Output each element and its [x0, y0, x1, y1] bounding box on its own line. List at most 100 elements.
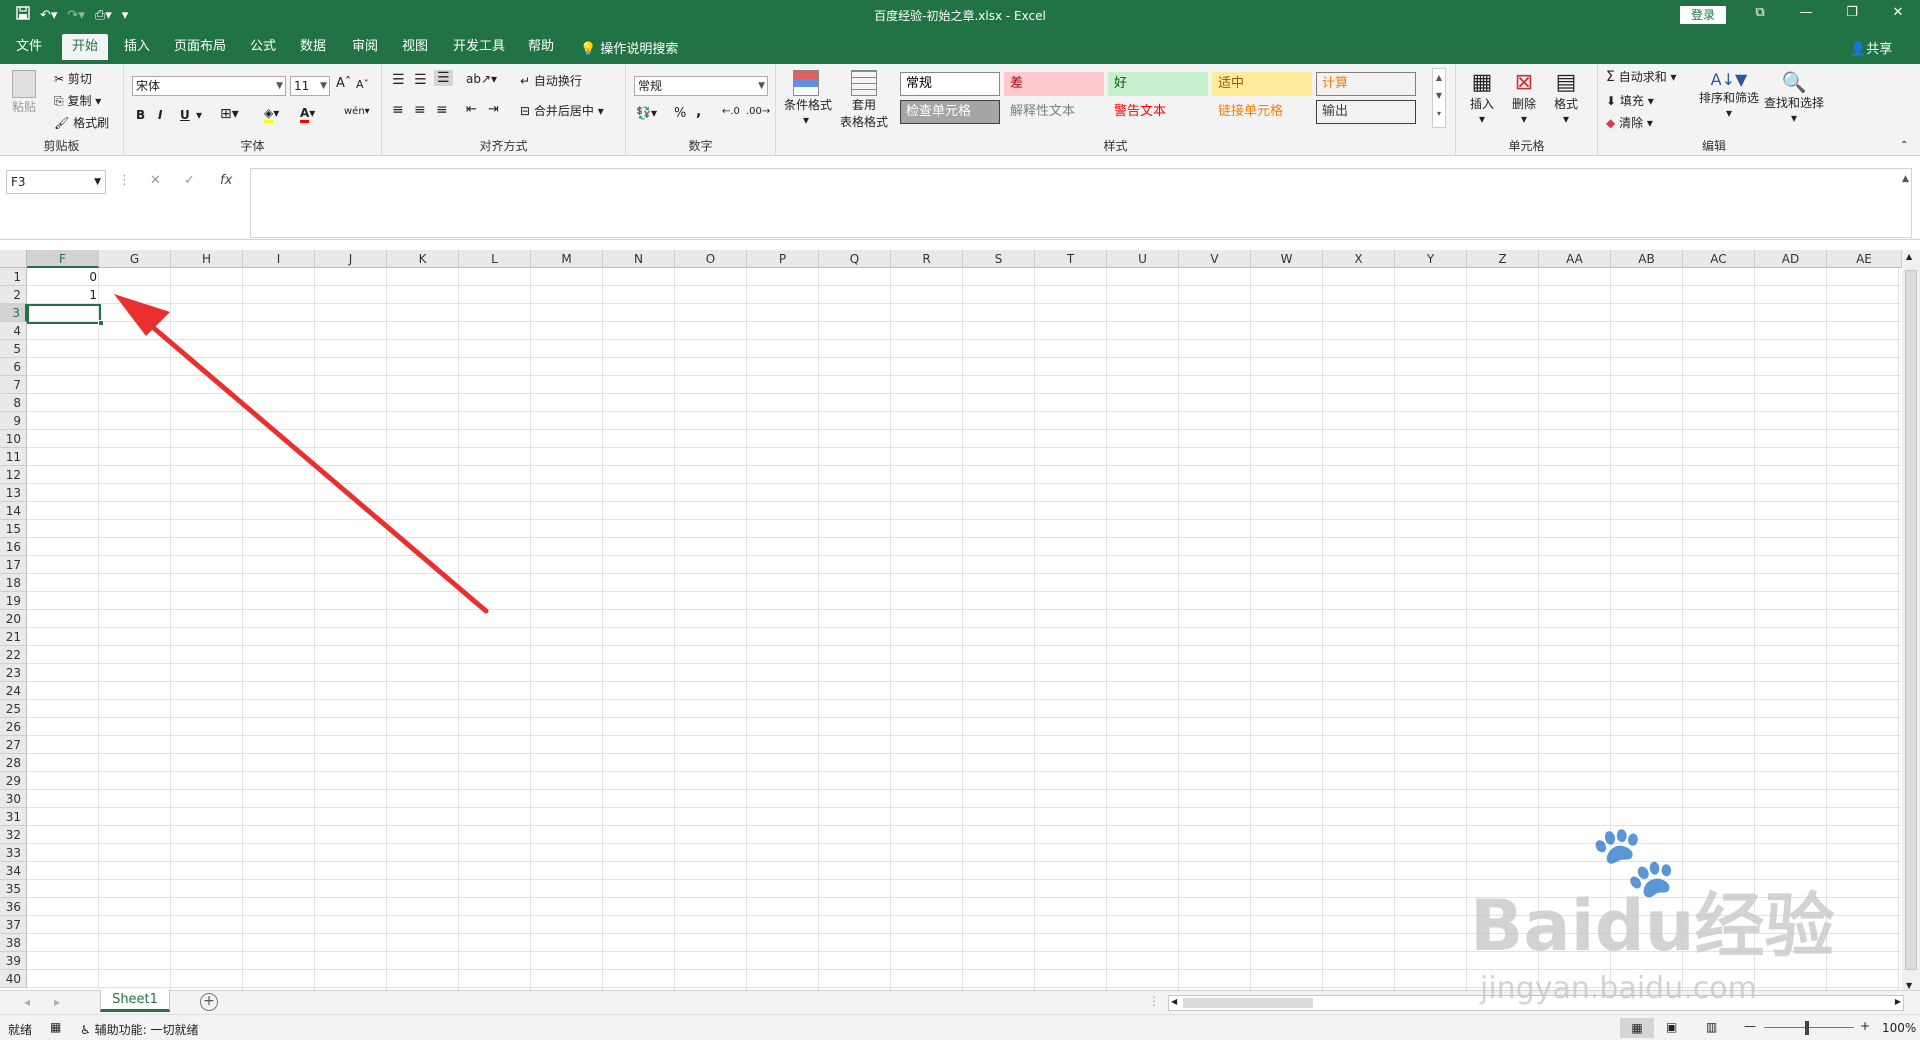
row-header-36[interactable]: 36 — [0, 898, 27, 916]
align-left-icon[interactable]: ≡ — [392, 102, 404, 118]
column-header-k[interactable]: K — [387, 250, 459, 268]
column-header-g[interactable]: G — [99, 250, 171, 268]
redo-icon[interactable]: ↷▾ — [67, 7, 84, 25]
row-header-19[interactable]: 19 — [0, 592, 27, 610]
column-header-u[interactable]: U — [1107, 250, 1179, 268]
cell-style-9[interactable]: 链接单元格 — [1212, 100, 1312, 124]
vertical-scroll-thumb[interactable] — [1905, 270, 1917, 970]
tab-help[interactable]: 帮助 — [518, 38, 564, 64]
zoom-slider-thumb[interactable] — [1805, 1021, 1809, 1035]
customize-qat-icon[interactable]: ▾ — [122, 7, 129, 25]
align-center-icon[interactable]: ≡ — [414, 102, 426, 118]
cell-style-1[interactable]: 常规 — [900, 72, 1000, 96]
row-header-14[interactable]: 14 — [0, 502, 27, 520]
column-header-i[interactable]: I — [243, 250, 315, 268]
font-size-select[interactable]: 11 ▼ — [290, 76, 330, 96]
row-header-1[interactable]: 1 — [0, 268, 27, 286]
sort-filter-button[interactable]: A↓▼ 排序和筛选 ▾ — [1698, 70, 1760, 120]
tab-page-layout[interactable]: 页面布局 — [164, 38, 236, 64]
borders-button[interactable]: ⊞▾ — [220, 106, 239, 122]
formula-input[interactable] — [250, 168, 1912, 238]
insert-function-icon[interactable]: fx — [220, 173, 232, 188]
vertical-scrollbar[interactable]: ▲ ▼ — [1902, 250, 1920, 992]
cell-style-8[interactable]: 警告文本 — [1108, 100, 1208, 124]
login-button[interactable]: 登录 — [1680, 6, 1726, 24]
sheet-tab-sheet1[interactable]: Sheet1 — [100, 990, 170, 1012]
column-header-ae[interactable]: AE — [1827, 250, 1902, 268]
comma-button[interactable]: , — [696, 104, 701, 120]
horizontal-scroll-thumb[interactable] — [1183, 998, 1313, 1008]
grow-font-button[interactable]: Aˆ — [336, 76, 351, 91]
row-header-13[interactable]: 13 — [0, 484, 27, 502]
ribbon-display-icon[interactable]: ⧉ — [1740, 5, 1780, 20]
tab-split-handle[interactable]: ⋮ — [1148, 994, 1160, 1008]
accessibility-status[interactable]: ♿ 辅助功能: 一切就绪 — [80, 1021, 198, 1038]
row-header-5[interactable]: 5 — [0, 340, 27, 358]
zoom-slider[interactable] — [1764, 1027, 1854, 1028]
row-header-8[interactable]: 8 — [0, 394, 27, 412]
font-color-button[interactable]: A▾ — [300, 106, 315, 123]
column-header-aa[interactable]: AA — [1539, 250, 1611, 268]
column-header-n[interactable]: N — [603, 250, 675, 268]
fill-button[interactable]: ⬇ 填充 ▾ — [1606, 92, 1654, 109]
row-header-24[interactable]: 24 — [0, 682, 27, 700]
underline-button[interactable]: U — [180, 108, 190, 122]
share-button[interactable]: 👤共享 — [1850, 38, 1892, 57]
align-right-icon[interactable]: ≡ — [436, 102, 448, 118]
row-header-20[interactable]: 20 — [0, 610, 27, 628]
column-header-ad[interactable]: AD — [1755, 250, 1827, 268]
column-header-f[interactable]: F — [27, 250, 99, 268]
close-button[interactable]: ✕ — [1878, 5, 1918, 20]
tab-home[interactable]: 开始 — [62, 34, 109, 60]
paste-button[interactable]: 粘贴 — [12, 70, 36, 115]
row-header-15[interactable]: 15 — [0, 520, 27, 538]
row-header-21[interactable]: 21 — [0, 628, 27, 646]
cut-button[interactable]: ✂ 剪切 — [54, 70, 92, 87]
row-header-10[interactable]: 10 — [0, 430, 27, 448]
row-header-12[interactable]: 12 — [0, 466, 27, 484]
formula-bar-options-icon[interactable]: ⋮ — [118, 173, 131, 188]
decrease-indent-icon[interactable]: ⇤ — [466, 102, 477, 117]
scroll-right-icon[interactable]: ▶ — [1895, 997, 1901, 1006]
column-header-ab[interactable]: AB — [1611, 250, 1683, 268]
row-header-17[interactable]: 17 — [0, 556, 27, 574]
cell-style-5[interactable]: 计算 — [1316, 72, 1416, 96]
scroll-down-icon[interactable]: ▼ — [1906, 981, 1912, 990]
column-header-t[interactable]: T — [1035, 250, 1107, 268]
page-layout-view-icon[interactable]: ▣ — [1666, 1020, 1677, 1034]
find-select-button[interactable]: 🔍 查找和选择 ▾ — [1762, 70, 1826, 125]
macro-record-icon[interactable]: ▦ — [50, 1020, 61, 1034]
normal-view-icon[interactable]: ▦ — [1620, 1018, 1654, 1038]
tab-insert[interactable]: 插入 — [114, 38, 160, 64]
cell-f1[interactable]: 0 — [27, 268, 97, 286]
row-header-9[interactable]: 9 — [0, 412, 27, 430]
italic-button[interactable]: I — [158, 108, 162, 122]
row-header-25[interactable]: 25 — [0, 700, 27, 718]
row-header-30[interactable]: 30 — [0, 790, 27, 808]
autosum-button[interactable]: Σ 自动求和 ▾ — [1606, 68, 1677, 85]
row-header-38[interactable]: 38 — [0, 934, 27, 952]
page-break-view-icon[interactable]: ▥ — [1706, 1020, 1717, 1034]
cell-style-4[interactable]: 适中 — [1212, 72, 1312, 96]
tab-file[interactable]: 文件 — [6, 38, 52, 64]
phonetic-button[interactable]: wén▾ — [344, 106, 370, 117]
tab-formulas[interactable]: 公式 — [240, 38, 286, 64]
cell-style-6[interactable]: 检查单元格 — [900, 100, 1000, 124]
row-header-11[interactable]: 11 — [0, 448, 27, 466]
tab-review[interactable]: 审阅 — [342, 38, 388, 64]
clear-button[interactable]: ◆ 清除 ▾ — [1606, 114, 1653, 131]
column-header-h[interactable]: H — [171, 250, 243, 268]
tab-developer[interactable]: 开发工具 — [443, 38, 515, 64]
merge-center-button[interactable]: ⊟ 合并后居中 ▾ — [520, 102, 604, 119]
cancel-icon[interactable]: ✕ — [150, 173, 161, 188]
number-format-select[interactable]: 常规 ▼ — [634, 76, 768, 96]
row-header-29[interactable]: 29 — [0, 772, 27, 790]
column-header-o[interactable]: O — [675, 250, 747, 268]
row-header-35[interactable]: 35 — [0, 880, 27, 898]
column-header-s[interactable]: S — [963, 250, 1035, 268]
name-box[interactable]: F3 ▼ — [6, 170, 106, 194]
row-header-4[interactable]: 4 — [0, 322, 27, 340]
row-header-33[interactable]: 33 — [0, 844, 27, 862]
delete-cells-button[interactable]: ⊠ 删除 ▾ — [1506, 70, 1542, 126]
row-header-40[interactable]: 40 — [0, 970, 27, 988]
